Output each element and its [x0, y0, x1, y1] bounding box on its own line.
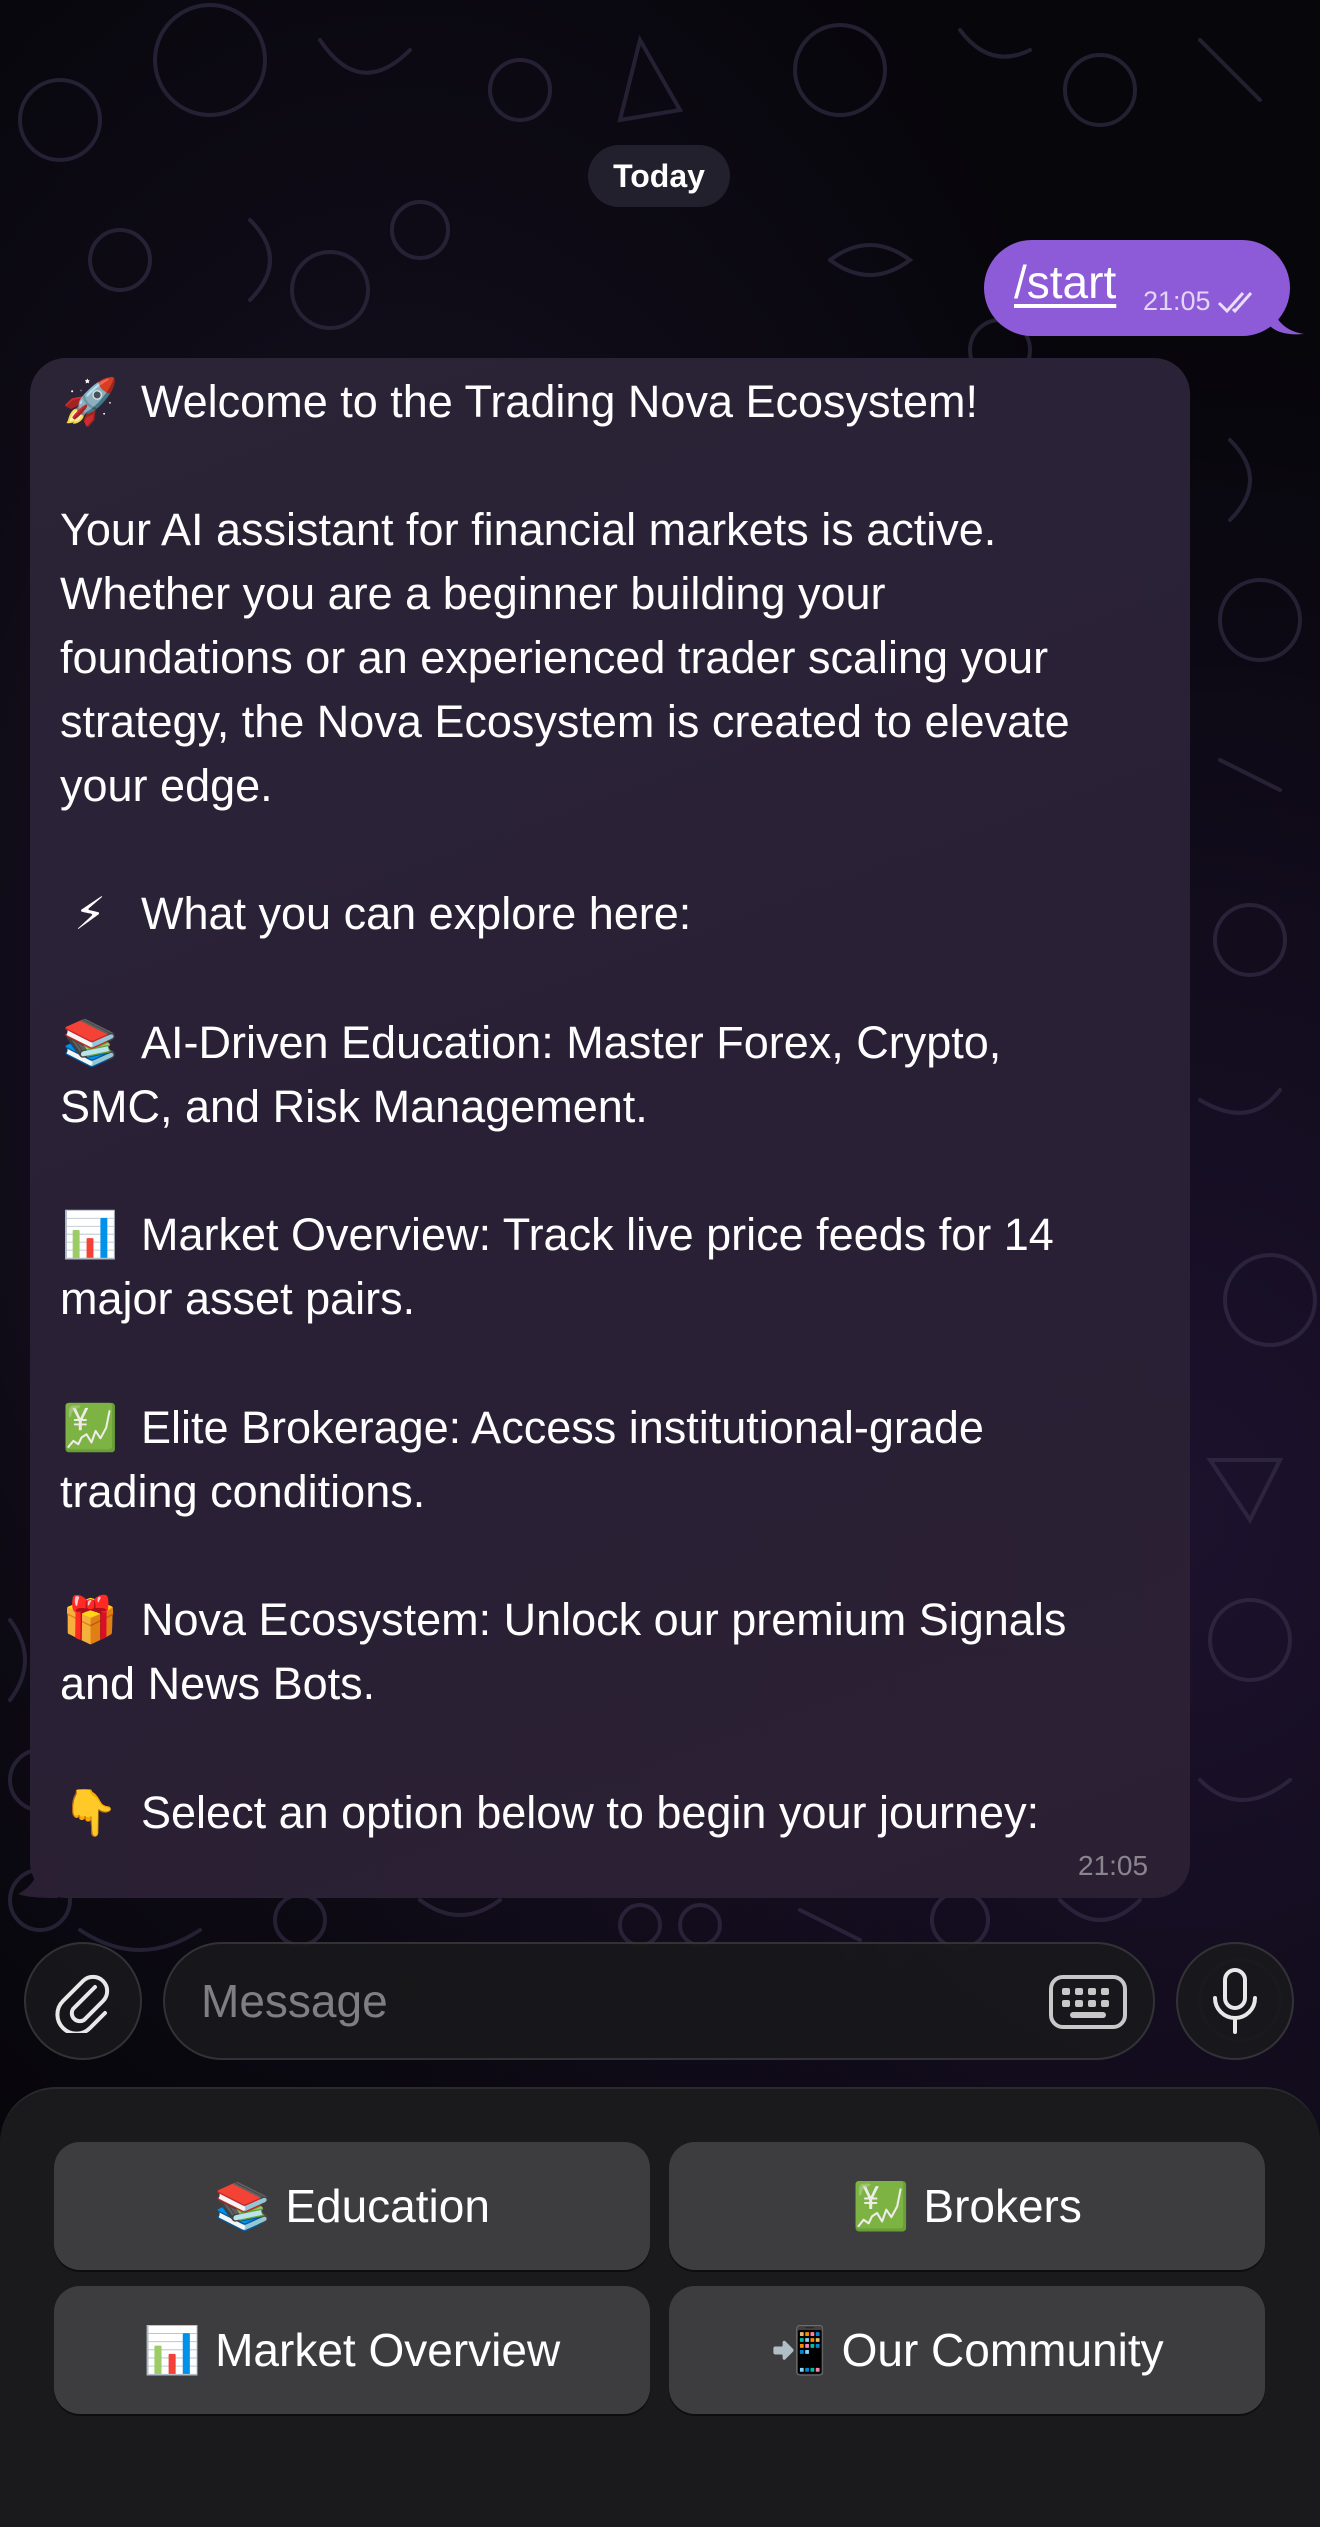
- message-line: SMC, and Risk Management.: [60, 1081, 648, 1132]
- composer-row: [0, 1940, 1320, 2070]
- message-line: 📊 Market Overview: Track live price feeds…: [60, 1203, 1054, 1267]
- chat-screen: Today /start 21:05 🚀 Welcome to the Tradi…: [0, 0, 1320, 2527]
- outgoing-message-meta: 21:05: [1143, 286, 1261, 317]
- message-line: 🚀 Welcome to the Trading Nova Ecosystem!: [60, 370, 978, 434]
- message-line: your edge.: [60, 760, 273, 811]
- chart-yen-icon: 💹: [852, 2179, 910, 2232]
- outgoing-message-text[interactable]: /start: [1014, 255, 1116, 309]
- incoming-bubble-tail: [18, 1860, 58, 1898]
- chart-yen-icon: 💹: [61, 1402, 119, 1453]
- keyboard-toggle-button[interactable]: [1048, 1974, 1128, 2030]
- attach-button[interactable]: [24, 1942, 142, 2060]
- keyboard-icon: [1049, 1975, 1127, 2029]
- message-input[interactable]: [163, 1942, 1155, 2060]
- message-line: 🎁 Nova Ecosystem: Unlock our premium Sign…: [60, 1588, 1066, 1652]
- education-button[interactable]: 📚 Education: [54, 2142, 650, 2270]
- message-line: major asset pairs.: [60, 1273, 416, 1324]
- message-line: ⚡ What you can explore here:: [60, 882, 691, 946]
- pointing-down-icon: 👇: [61, 1787, 119, 1838]
- bar-chart-icon: 📊: [61, 1209, 119, 1260]
- message-line: and News Bots.: [60, 1658, 376, 1709]
- books-icon: 📚: [61, 1017, 119, 1068]
- paperclip-icon: [55, 1974, 110, 2033]
- mobile-arrow-icon: 📲: [770, 2323, 828, 2376]
- message-line: 👇 Select an option below to begin your jo…: [60, 1781, 1039, 1845]
- microphone-button[interactable]: [1176, 1942, 1294, 2060]
- double-check-icon: [1217, 291, 1252, 313]
- message-line: Your AI assistant for financial markets …: [60, 504, 997, 555]
- rocket-icon: 🚀: [61, 376, 119, 427]
- reply-keyboard: 📚 Education 💹 Brokers 📊 Market Overview …: [0, 2087, 1320, 2527]
- lightning-icon: ⚡: [74, 888, 106, 939]
- bar-chart-icon: 📊: [143, 2323, 202, 2376]
- gift-icon: 🎁: [61, 1594, 119, 1645]
- outgoing-message-time: 21:05: [1143, 286, 1211, 316]
- message-line: 💹 Elite Brokerage: Access institutional-g…: [60, 1396, 984, 1460]
- our-community-button-label: Our Community: [841, 2324, 1164, 2376]
- brokers-button-label: Brokers: [923, 2180, 1082, 2232]
- outgoing-bubble-tail: [1270, 300, 1304, 335]
- message-line: foundations or an experienced trader sca…: [60, 632, 1049, 683]
- message-line: strategy, the Nova Ecosystem is created …: [60, 696, 1070, 747]
- brokers-button[interactable]: 💹 Brokers: [669, 2142, 1265, 2270]
- books-icon: 📚: [214, 2179, 272, 2232]
- message-line: Whether you are a beginner building your: [60, 568, 886, 619]
- date-separator: Today: [588, 145, 730, 207]
- microphone-icon: [1213, 1968, 1257, 2034]
- message-line: 📚 AI-Driven Education: Master Forex, Cryp…: [60, 1011, 1001, 1075]
- education-button-label: Education: [285, 2180, 490, 2232]
- message-line: trading conditions.: [60, 1466, 426, 1517]
- incoming-message-time: 21:05: [1078, 1850, 1149, 1881]
- market-overview-button-label: Market Overview: [215, 2324, 561, 2376]
- market-overview-button[interactable]: 📊 Market Overview: [54, 2286, 650, 2414]
- our-community-button[interactable]: 📲 Our Community: [669, 2286, 1265, 2414]
